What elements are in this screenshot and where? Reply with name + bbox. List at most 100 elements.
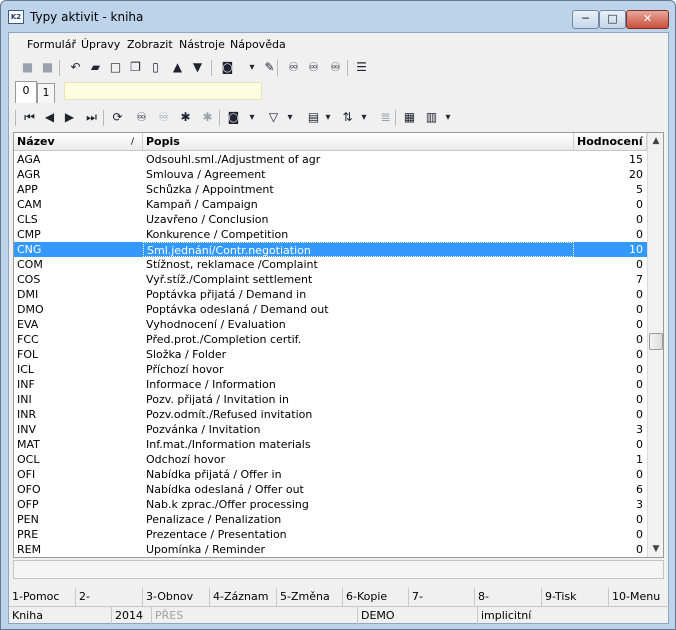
save-all-icon[interactable]: ■ <box>39 59 56 76</box>
tab-1[interactable]: 1 <box>37 83 55 103</box>
sort-az-icon[interactable]: ⇅ <box>339 109 356 126</box>
dropdown-icon[interactable]: ▾ <box>359 109 369 126</box>
table-row[interactable]: COS Vyř.stíž./Complaint settlement 7 <box>14 272 647 287</box>
binoculars-icon[interactable]: ♾ <box>285 59 302 76</box>
fkey-7[interactable]: 7- <box>409 588 475 606</box>
table-row[interactable]: MAT Inf.mat./Information materials 0 <box>14 437 647 452</box>
next-record-icon[interactable]: ▶ <box>61 109 78 126</box>
function-key-bar: 1-Pomoc 2- 3-Obnov 4-Záznam 5-Změna 6-Ko… <box>9 588 670 606</box>
table-row[interactable]: DMO Poptávka odeslaná / Demand out 0 <box>14 302 647 317</box>
maximize-button[interactable]: □ <box>599 10 626 29</box>
layout-icon[interactable]: ▤ <box>305 109 322 126</box>
dropdown-icon[interactable]: ▾ <box>247 59 257 76</box>
table-row[interactable]: INI Pozv. přijatá / Invitation in 0 <box>14 392 647 407</box>
refresh-icon[interactable]: ⟳ <box>109 109 126 126</box>
table-row[interactable]: REM Upomínka / Reminder 0 <box>14 542 647 557</box>
copy-icon[interactable]: ❐ <box>127 59 144 76</box>
status-book: Kniha <box>9 607 112 625</box>
filter-icon[interactable]: ▽ <box>265 109 282 126</box>
table-row[interactable]: APP Schůzka / Appointment 5 <box>14 182 647 197</box>
fkey-3[interactable]: 3-Obnov <box>143 588 210 606</box>
table-row[interactable]: ICL Příchozí hovor 0 <box>14 362 647 377</box>
table-row[interactable]: INF Informace / Information 0 <box>14 377 647 392</box>
book-icon[interactable]: ▯ <box>147 59 164 76</box>
cell-code: COM <box>17 258 43 271</box>
columns-icon[interactable]: ▥ <box>423 109 440 126</box>
cell-rating: 0 <box>636 258 643 271</box>
find-all-icon[interactable]: ♾ <box>327 59 344 76</box>
arrow-down-icon[interactable]: ▼ <box>189 59 206 76</box>
previous-record-icon[interactable]: ◀ <box>41 109 58 126</box>
fkey-9[interactable]: 9-Tisk <box>542 588 609 606</box>
first-record-icon[interactable]: ⏮ <box>21 109 38 126</box>
dropdown-icon[interactable]: ▾ <box>247 109 257 126</box>
add-star-icon[interactable]: ✱ <box>177 109 194 126</box>
fkey-5[interactable]: 5-Změna <box>277 588 343 606</box>
dropdown-icon[interactable]: ▾ <box>323 109 333 126</box>
dropdown-icon[interactable]: ▾ <box>443 109 453 126</box>
window-title: Typy aktivit - kniha <box>30 10 144 24</box>
save-icon[interactable]: ■ <box>19 59 36 76</box>
remove-star-icon[interactable]: ✱ <box>199 109 216 126</box>
fkey-1[interactable]: 1-Pomoc <box>9 588 76 606</box>
table-row[interactable]: PEN Penalizace / Penalization 0 <box>14 512 647 527</box>
table-row[interactable]: INV Pozvánka / Invitation 3 <box>14 422 647 437</box>
menu-napoveda[interactable]: Nápověda <box>230 38 286 51</box>
table-row[interactable]: OFO Nabídka odeslaná / Offer out 6 <box>14 482 647 497</box>
cell-description: Příchozí hovor <box>146 363 224 376</box>
camera-icon[interactable]: ◙ <box>219 59 236 76</box>
table-row[interactable]: OFI Nabídka přijatá / Offer in 0 <box>14 467 647 482</box>
table-row[interactable]: FOL Složka / Folder 0 <box>14 347 647 362</box>
new-document-icon[interactable]: □ <box>107 59 124 76</box>
table-row[interactable]: CAM Kampaň / Campaign 0 <box>14 197 647 212</box>
menu-nastroje[interactable]: Nástroje <box>179 38 225 51</box>
fkey-8[interactable]: 8- <box>475 588 542 606</box>
table-row[interactable]: CLS Uzavřeno / Conclusion 0 <box>14 212 647 227</box>
list-icon[interactable]: ≣ <box>377 109 394 126</box>
title-bar[interactable]: K2 Typy aktivit - kniha ─ □ ✕ <box>1 1 675 31</box>
table-row[interactable]: OCL Odchozí hovor 1 <box>14 452 647 467</box>
excel-export-icon[interactable]: ▦ <box>401 109 418 126</box>
table-row[interactable]: INR Pozv.odmít./Refused invitation 0 <box>14 407 647 422</box>
table-row[interactable]: CNG Sml.jednání/Contr.negotiation 10 <box>14 242 647 257</box>
table-row[interactable]: PRE Prezentace / Presentation 0 <box>14 527 647 542</box>
cell-description: Smlouva / Agreement <box>146 168 266 181</box>
application-window: K2 Typy aktivit - kniha ─ □ ✕ Formulář Ú… <box>0 0 676 630</box>
table-row[interactable]: FCC Před.prot./Completion certif. 0 <box>14 332 647 347</box>
table-row[interactable]: CMP Konkurence / Competition 0 <box>14 227 647 242</box>
table-row[interactable]: AGA Odsouhl.sml./Adjustment of agr 15 <box>14 152 647 167</box>
search-icon[interactable]: ♾ <box>133 109 150 126</box>
undo-icon[interactable]: ↶ <box>67 59 84 76</box>
table-row[interactable]: COM Stížnost, reklamace /Complaint 0 <box>14 257 647 272</box>
minimize-button[interactable]: ─ <box>572 10 599 29</box>
column-header-rating[interactable]: Hodnocení <box>574 133 647 151</box>
menu-formular[interactable]: Formulář <box>27 38 76 51</box>
column-header-description[interactable]: Popis <box>143 133 574 151</box>
open-folder-icon[interactable]: ▰ <box>87 59 104 76</box>
fkey-4[interactable]: 4-Záznam <box>210 588 277 606</box>
camera-icon[interactable]: ◙ <box>225 109 242 126</box>
export-icon[interactable]: ✎ <box>261 59 278 76</box>
dropdown-icon[interactable]: ▾ <box>285 109 295 126</box>
menu-lines-icon[interactable]: ☰ <box>353 59 370 76</box>
scroll-thumb[interactable] <box>649 333 663 350</box>
menu-zobrazit[interactable]: Zobrazit <box>127 38 173 51</box>
table-row[interactable]: AGR Smlouva / Agreement 20 <box>14 167 647 182</box>
fkey-2[interactable]: 2- <box>76 588 143 606</box>
search-disabled-icon[interactable]: ♾ <box>155 109 172 126</box>
menu-upravy[interactable]: Úpravy <box>81 38 120 51</box>
find-next-icon[interactable]: ♾ <box>305 59 322 76</box>
scroll-down-icon[interactable]: ▼ <box>648 541 663 557</box>
last-record-icon[interactable]: ⏭ <box>83 109 100 126</box>
column-header-name[interactable]: Název / <box>14 133 143 151</box>
scroll-up-icon[interactable]: ▲ <box>648 133 663 149</box>
tab-0[interactable]: 0 <box>15 81 37 103</box>
table-row[interactable]: DMI Poptávka přijatá / Demand in 0 <box>14 287 647 302</box>
fkey-10[interactable]: 10-Menu <box>609 588 670 606</box>
vertical-scrollbar[interactable]: ▲ ▼ <box>647 133 663 557</box>
table-row[interactable]: OFP Nab.k zprac./Offer processing 3 <box>14 497 647 512</box>
table-row[interactable]: EVA Vyhodnocení / Evaluation 0 <box>14 317 647 332</box>
close-button[interactable]: ✕ <box>626 10 669 29</box>
arrow-up-icon[interactable]: ▲ <box>169 59 186 76</box>
fkey-6[interactable]: 6-Kopie <box>343 588 409 606</box>
